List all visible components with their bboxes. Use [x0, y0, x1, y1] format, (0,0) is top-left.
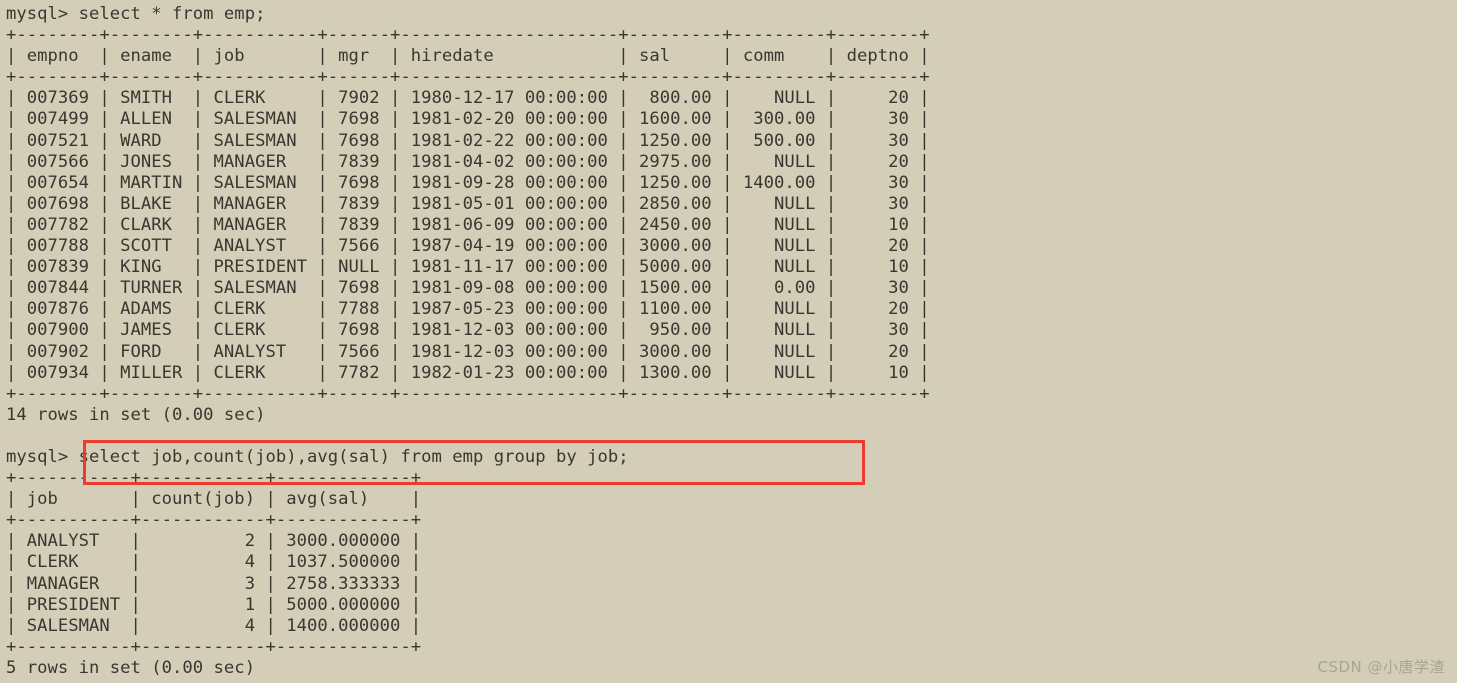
table-row: | 007934 | MILLER | CLERK | 7782 | 1982-…: [6, 362, 930, 383]
table-row: | MANAGER | 3 | 2758.333333 |: [6, 573, 422, 594]
table2-top-border: +-----------+------------+-------------+: [6, 468, 422, 489]
table1-bottom-border: +--------+--------+-----------+------+--…: [6, 383, 930, 404]
watermark: CSDN @小唐学渣: [1317, 658, 1445, 676]
table1-header-separator: +--------+--------+-----------+------+--…: [6, 67, 930, 88]
table2-header-separator: +-----------+------------+-------------+: [6, 510, 422, 531]
table-row: | 007499 | ALLEN | SALESMAN | 7698 | 198…: [6, 109, 930, 130]
table2-bottom-border: +-----------+------------+-------------+: [6, 636, 422, 657]
table-row: | 007654 | MARTIN | SALESMAN | 7698 | 19…: [6, 172, 930, 193]
table-row: | 007902 | FORD | ANALYST | 7566 | 1981-…: [6, 341, 930, 362]
result2-status-line: 5 rows in set (0.00 sec): [6, 657, 256, 678]
table-row: | 007566 | JONES | MANAGER | 7839 | 1981…: [6, 151, 930, 172]
command-line-group-by: mysql> select job,count(job),avg(sal) fr…: [6, 446, 629, 467]
result1-status-line: 14 rows in set (0.00 sec): [6, 404, 266, 425]
table-row: | ANALYST | 2 | 3000.000000 |: [6, 531, 422, 552]
table1-header-row: | empno | ename | job | mgr | hiredate |…: [6, 46, 930, 67]
table-row: | 007900 | JAMES | CLERK | 7698 | 1981-1…: [6, 320, 930, 341]
table-row: | 007788 | SCOTT | ANALYST | 7566 | 1987…: [6, 236, 930, 257]
terminal-window[interactable]: mysql> select * from emp; +--------+----…: [0, 0, 1457, 683]
command-line-select-all: mysql> select * from emp;: [6, 4, 266, 24]
table-row: | 007369 | SMITH | CLERK | 7902 | 1980-1…: [6, 88, 930, 109]
table-row: | 007521 | WARD | SALESMAN | 7698 | 1981…: [6, 130, 930, 151]
table-row: | PRESIDENT | 1 | 5000.000000 |: [6, 594, 422, 615]
table-row: | 007876 | ADAMS | CLERK | 7788 | 1987-0…: [6, 299, 930, 320]
table-row: | 007782 | CLARK | MANAGER | 7839 | 1981…: [6, 214, 930, 235]
table1-top-border: +--------+--------+-----------+------+--…: [6, 25, 930, 46]
table-row: | 007839 | KING | PRESIDENT | NULL | 198…: [6, 257, 930, 278]
table-row: | SALESMAN | 4 | 1400.000000 |: [6, 615, 422, 636]
table2-header-row: | job | count(job) | avg(sal) |: [6, 489, 422, 510]
table-row: | 007698 | BLAKE | MANAGER | 7839 | 1981…: [6, 193, 930, 214]
table-row: | 007844 | TURNER | SALESMAN | 7698 | 19…: [6, 278, 930, 299]
table-row: | CLERK | 4 | 1037.500000 |: [6, 552, 422, 573]
